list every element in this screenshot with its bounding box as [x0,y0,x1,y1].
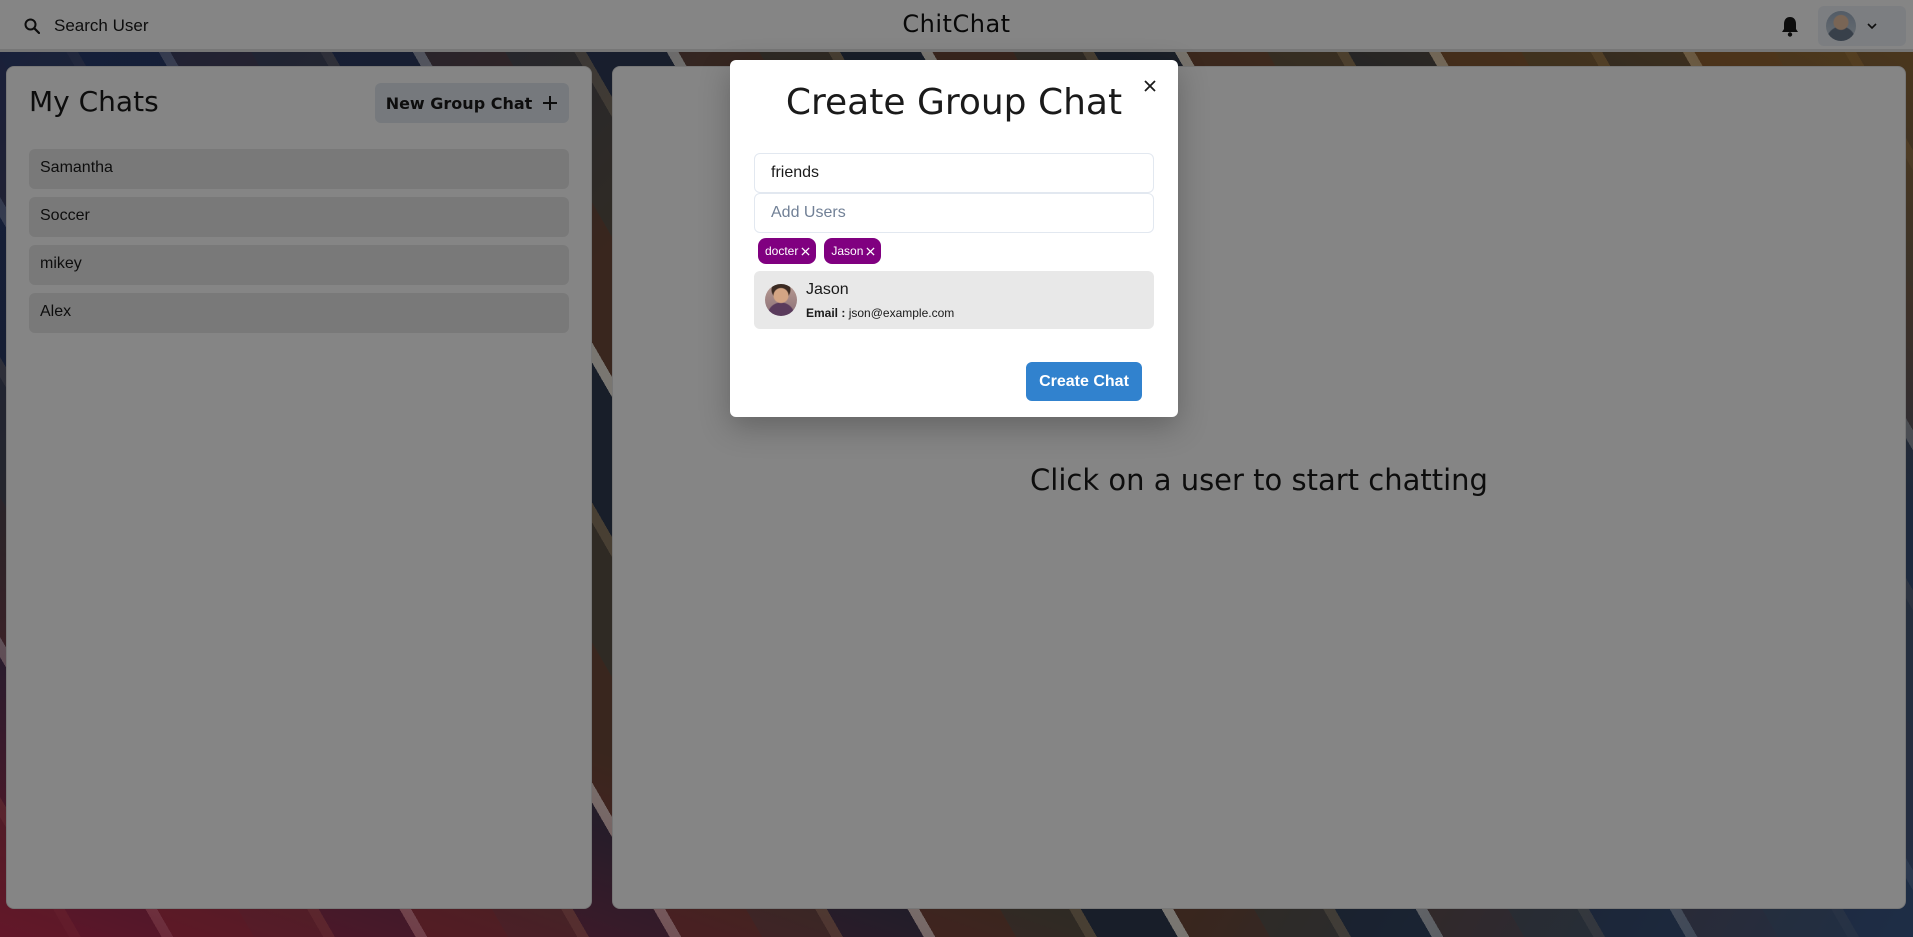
user-search-result[interactable]: Jason Email : json@example.com [754,271,1154,329]
result-user-name: Jason [806,281,849,298]
user-tag[interactable]: docter [758,238,817,264]
create-chat-button[interactable]: Create Chat [1026,362,1142,401]
create-group-chat-modal: Create Group Chat docter Jason Jason Em [730,60,1178,417]
close-icon[interactable] [801,246,810,256]
chat-name-input[interactable] [754,153,1154,193]
email-label: Email : [806,306,846,320]
selected-users: docter Jason [758,238,882,264]
user-tag-label: Jason [831,244,864,258]
close-icon [1144,80,1156,92]
modal-title: Create Group Chat [785,82,1123,123]
email-value: json@example.com [848,306,955,320]
user-tag-label: docter [765,244,799,258]
add-users-input[interactable] [754,193,1154,233]
close-icon[interactable] [866,246,875,256]
modal-close-button[interactable] [1136,72,1164,100]
result-user-email: Email : json@example.com [806,306,954,320]
user-tag[interactable]: Jason [824,238,882,264]
avatar [765,284,797,316]
